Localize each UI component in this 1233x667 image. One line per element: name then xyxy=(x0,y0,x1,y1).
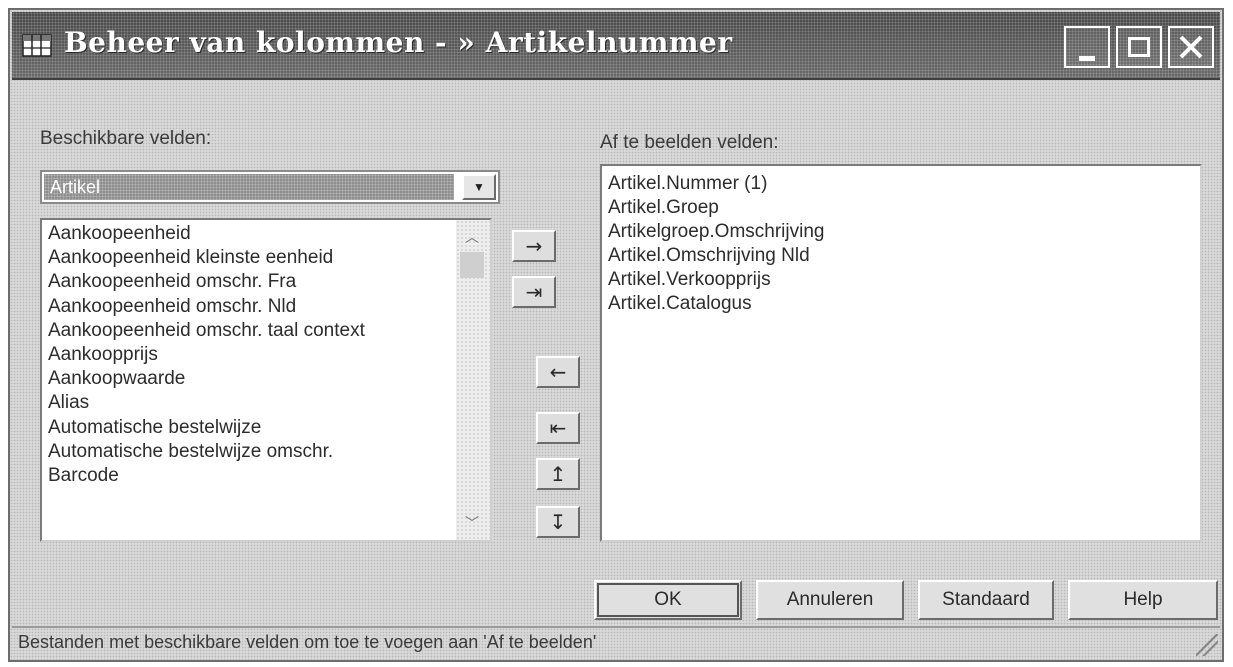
maximize-button[interactable] xyxy=(1116,26,1162,68)
arrow-down-icon: ↧ xyxy=(549,510,567,534)
close-icon xyxy=(1179,35,1203,59)
add-field-button[interactable]: → xyxy=(512,230,556,262)
scroll-up-button[interactable]: ︿ xyxy=(460,226,484,248)
move-down-button[interactable]: ↧ xyxy=(536,506,580,538)
list-item[interactable]: Aankoopwaarde xyxy=(42,367,490,391)
list-item[interactable]: Artikel.Verkoopprijs xyxy=(602,268,1200,292)
available-fields-label: Beschikbare velden: xyxy=(40,128,212,149)
arrow-up-icon: ↥ xyxy=(549,462,567,486)
table-icon xyxy=(22,34,52,57)
minimize-icon xyxy=(1079,55,1095,61)
list-item[interactable]: Automatische bestelwijze omschr. xyxy=(42,440,490,464)
remove-field-button[interactable]: ← xyxy=(536,356,580,388)
minimize-button[interactable] xyxy=(1064,26,1110,68)
move-up-button[interactable]: ↥ xyxy=(536,458,580,490)
remove-all-fields-button[interactable]: ⇤ xyxy=(536,412,580,444)
scroll-down-button[interactable]: ﹀ xyxy=(460,512,484,534)
list-item[interactable]: Aankoopprijs xyxy=(42,343,490,367)
table-select[interactable]: Artikel ▼ xyxy=(40,170,500,204)
title-bar[interactable]: Beheer van kolommen - » Artikelnummer xyxy=(12,12,1220,80)
list-item[interactable]: Aankoopeenheid xyxy=(42,222,490,246)
arrow-right-icon: → xyxy=(525,234,543,258)
list-item[interactable]: Alias xyxy=(42,391,490,415)
arrow-right-bar-icon: ⇥ xyxy=(525,280,543,304)
maximize-icon xyxy=(1128,37,1150,57)
list-item[interactable]: Aankoopeenheid omschr. Nld xyxy=(42,295,490,319)
arrow-left-icon: ← xyxy=(549,360,567,384)
list-item[interactable]: Artikel.Catalogus xyxy=(602,292,1200,316)
list-item[interactable]: Barcode xyxy=(42,464,490,488)
column-management-dialog: Beheer van kolommen - » Artikelnummer Be… xyxy=(8,8,1224,662)
status-text: Bestanden met beschikbare velden om toe … xyxy=(18,632,597,652)
list-item[interactable]: Artikel.Omschrijving Nld xyxy=(602,244,1200,268)
list-item[interactable]: Aankoopeenheid omschr. taal context xyxy=(42,319,490,343)
dropdown-button[interactable]: ▼ xyxy=(462,174,496,200)
list-item[interactable]: Automatische bestelwijze xyxy=(42,416,490,440)
list-item[interactable]: Aankoopeenheid kleinste eenheid xyxy=(42,246,490,270)
chevron-down-icon: ▼ xyxy=(473,180,485,194)
scroll-down-icon: ﹀ xyxy=(465,515,479,531)
list-item[interactable]: Artikelgroep.Omschrijving xyxy=(602,220,1200,244)
available-fields-list[interactable]: Aankoopeenheid Aankoopeenheid kleinste ee… xyxy=(40,218,492,542)
close-button[interactable] xyxy=(1168,26,1214,68)
list-item[interactable]: Artikel.Groep xyxy=(602,196,1200,220)
cancel-button[interactable]: Annuleren xyxy=(756,580,904,620)
window-title: Beheer van kolommen - » Artikelnummer xyxy=(64,26,733,59)
scroll-thumb[interactable] xyxy=(460,252,484,278)
displayed-fields-label: Af te beelden velden: xyxy=(600,132,779,153)
displayed-fields-list[interactable]: Artikel.Nummer (1) Artikel.Groep Artikelgr… xyxy=(600,164,1202,542)
list-item[interactable]: Artikel.Nummer (1) xyxy=(602,172,1200,196)
available-fields-scrollbar[interactable]: ︿ ﹀ xyxy=(456,220,490,540)
scroll-up-icon: ︿ xyxy=(465,229,479,245)
resize-grip-icon[interactable] xyxy=(1196,634,1218,656)
ok-button[interactable]: OK xyxy=(594,580,742,620)
table-select-value: Artikel xyxy=(44,174,454,200)
add-all-fields-button[interactable]: ⇥ xyxy=(512,276,556,308)
arrow-left-bar-icon: ⇤ xyxy=(549,416,567,440)
status-bar: Bestanden met beschikbare velden om toe … xyxy=(12,626,1220,658)
help-button[interactable]: Help xyxy=(1068,580,1218,620)
list-item[interactable]: Aankoopeenheid omschr. Fra xyxy=(42,270,490,294)
standard-button[interactable]: Standaard xyxy=(918,580,1054,620)
